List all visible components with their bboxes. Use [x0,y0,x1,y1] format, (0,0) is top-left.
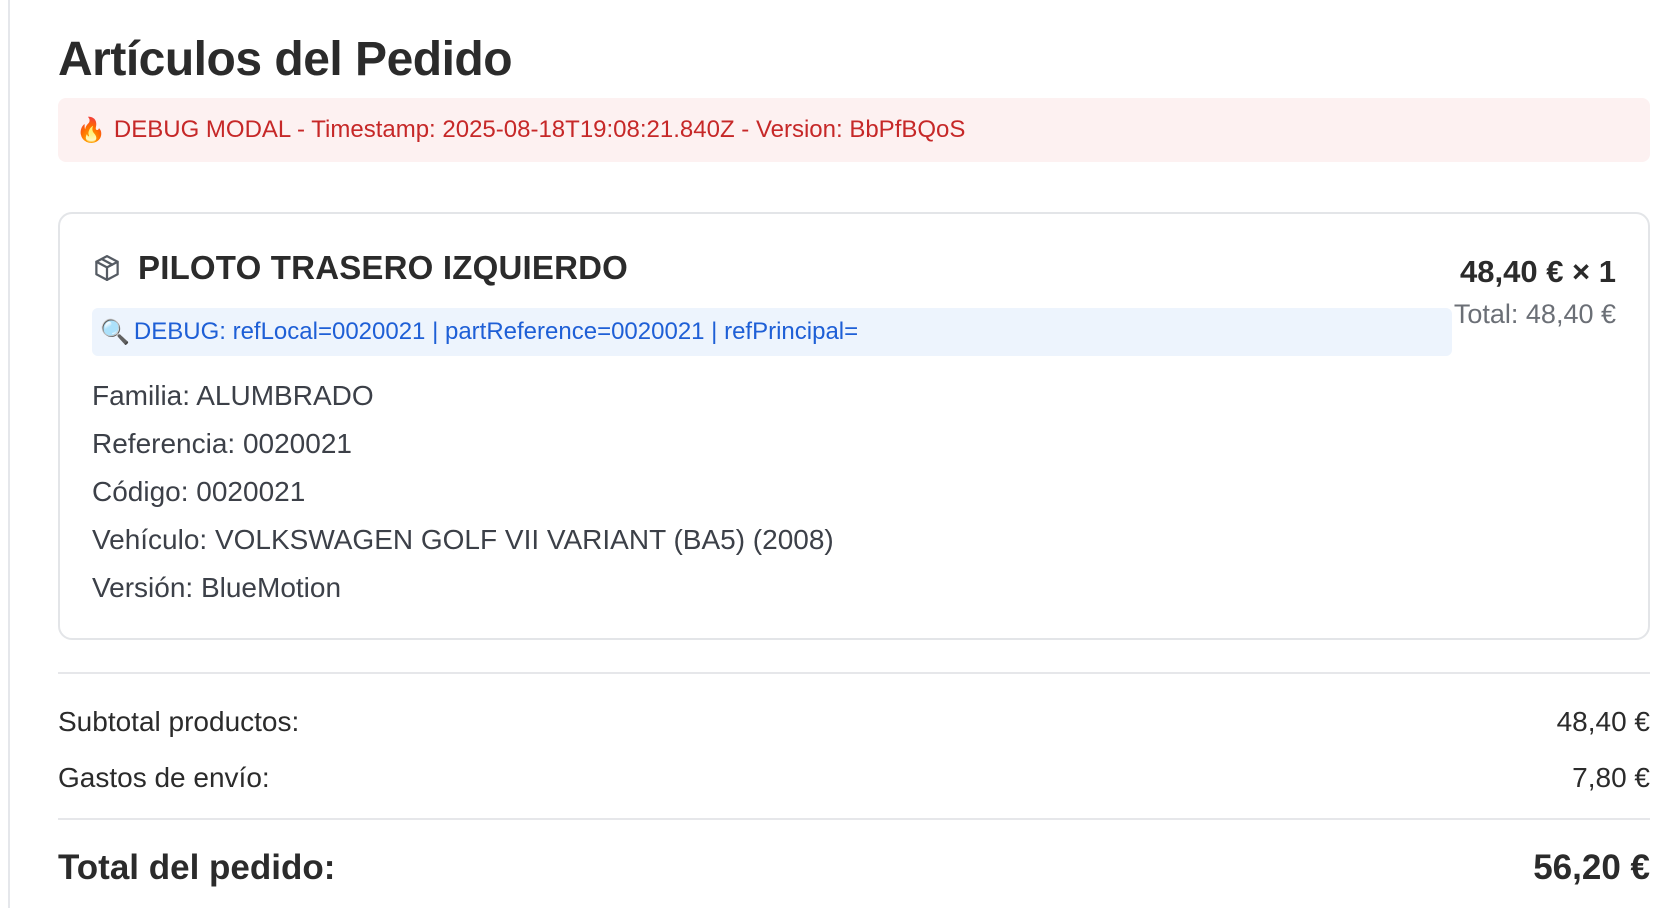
total-divider [58,818,1650,820]
attr-version: Versión: BlueMotion [92,572,342,603]
order-items-section: Artículos del Pedido 🔥 DEBUG MODAL - Tim… [58,0,1650,892]
order-item-card: PILOTO TRASERO IZQUIERDO 48,40 € × 1 Tot… [58,212,1650,640]
debug-modal-text: DEBUG MODAL - Timestamp: 2025-08-18T19:0… [113,116,966,143]
item-line-total: Total: 48,40 € [1453,299,1616,329]
attr-referencia: Referencia: 0020021 [92,428,352,459]
shipping-row: Gastos de envío: 7,80 € [58,758,1650,798]
subtotal-row: Subtotal productos: 48,40 € [58,702,1650,742]
fire-icon: 🔥 [76,116,106,144]
order-total-row: Total del pedido: 56,20 € [58,844,1650,892]
package-icon [95,255,119,281]
item-name: PILOTO TRASERO IZQUIERDO [138,249,629,286]
order-total-value: 56,20 € [1533,848,1650,887]
magnifier-icon: 🔍 [100,318,130,346]
order-items-page: Artículos del Pedido 🔥 DEBUG MODAL - Tim… [0,0,1678,908]
item-price-block: 48,40 € × 1 Total: 48,40 € [1454,252,1616,334]
debug-reference-text: DEBUG: refLocal=0020021 | partReference=… [133,318,859,345]
attr-familia: Familia: ALUMBRADO [92,380,374,411]
item-header: PILOTO TRASERO IZQUIERDO [92,248,1616,288]
subtotal-label: Subtotal productos: [58,706,300,737]
subtotal-value: 48,40 € [1556,706,1650,737]
item-attributes: Familia: ALUMBRADO Referencia: 0020021 C… [92,372,1616,612]
summary-divider [58,672,1650,674]
unit-price-quantity: 48,40 € × 1 [1460,254,1616,289]
debug-modal-banner: 🔥 DEBUG MODAL - Timestamp: 2025-08-18T19… [58,98,1650,162]
shipping-label: Gastos de envío: [58,762,270,793]
left-border [8,0,10,908]
attr-codigo: Código: 0020021 [92,476,306,507]
attr-vehiculo: Vehículo: VOLKSWAGEN GOLF VII VARIANT (B… [92,524,834,555]
debug-reference-banner: 🔍 DEBUG: refLocal=0020021 | partReferenc… [92,308,1452,356]
order-total-label: Total del pedido: [58,848,336,887]
shipping-value: 7,80 € [1572,762,1650,793]
page-title: Artículos del Pedido [58,33,513,86]
